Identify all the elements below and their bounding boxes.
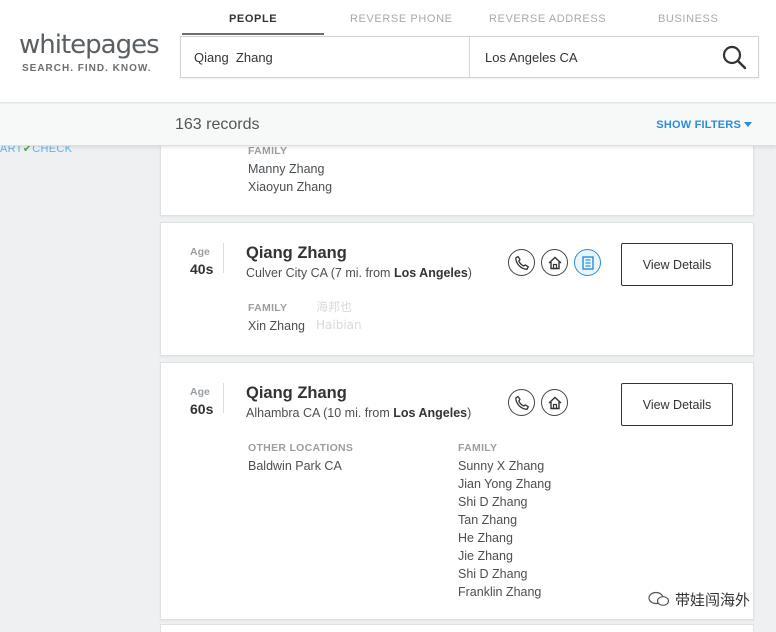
family-member[interactable]: Franklin Zhang xyxy=(458,583,551,601)
tab-reverse-phone[interactable]: REVERSE PHONE xyxy=(350,13,453,25)
location-prefix: Culver City CA (7 mi. from xyxy=(246,266,394,280)
family-member[interactable]: Jian Yong Zhang xyxy=(458,475,551,493)
age-label: Age xyxy=(190,386,210,398)
age-label: Age xyxy=(190,246,210,258)
location-suffix: ) xyxy=(467,266,472,280)
whitepages-logo[interactable]: whitepages SEARCH. FIND. KNOW. xyxy=(19,30,160,74)
family-member[interactable]: Xiaoyun Zhang xyxy=(248,178,332,196)
next-result-card xyxy=(160,624,754,632)
caret-down-icon xyxy=(744,122,752,127)
person-name[interactable]: Qiang Zhang xyxy=(246,384,347,403)
person-location: Culver City CA (7 mi. from Los Angeles) xyxy=(246,266,472,280)
search-button[interactable] xyxy=(720,43,750,71)
logo-wordmark: whitepages xyxy=(19,30,160,60)
family-member[interactable]: Sunny X Zhang xyxy=(458,457,551,475)
family-member[interactable]: Tan Zhang xyxy=(458,511,551,529)
address-button[interactable] xyxy=(541,389,568,416)
background-watermark: 海邦也 Haibian xyxy=(316,298,362,334)
age-value: 60s xyxy=(190,401,214,417)
family-label: FAMILY xyxy=(458,442,498,454)
tab-people[interactable]: PEOPLE xyxy=(229,13,277,25)
family-list: Sunny X Zhang Jian Yong Zhang Shi D Zhan… xyxy=(458,457,551,601)
address-button[interactable] xyxy=(541,249,568,276)
family-list: Xin Zhang xyxy=(248,317,305,335)
other-locations-list: Baldwin Park CA xyxy=(248,457,342,475)
document-icon xyxy=(581,255,594,270)
family-label: FAMILY xyxy=(248,302,288,314)
location-city: Los Angeles xyxy=(393,406,468,420)
other-location[interactable]: Baldwin Park CA xyxy=(248,457,342,475)
person-location: Alhambra CA (10 mi. from Los Angeles) xyxy=(246,406,471,420)
search-icon xyxy=(722,45,747,70)
name-search-input[interactable] xyxy=(181,37,470,77)
show-filters-button[interactable]: SHOW FILTERS xyxy=(656,119,752,131)
person-name[interactable]: Qiang Zhang xyxy=(246,244,347,263)
search-tabs: PEOPLE REVERSE PHONE REVERSE ADDRESS BUS… xyxy=(182,0,762,35)
record-count: 163 records xyxy=(175,116,260,133)
phone-button[interactable] xyxy=(508,249,535,276)
age-divider xyxy=(223,383,224,413)
result-card: Age 40s Qiang Zhang Culver City CA (7 mi… xyxy=(160,222,754,356)
result-card: Age 60s Qiang Zhang Alhambra CA (10 mi. … xyxy=(160,362,754,620)
watermark-en: Haibian xyxy=(316,318,362,332)
account-watermark: 带娃闯海外 xyxy=(648,589,750,610)
phone-button[interactable] xyxy=(508,389,535,416)
records-button[interactable] xyxy=(574,249,601,276)
location-city: Los Angeles xyxy=(393,266,468,280)
family-list: Manny Zhang Xiaoyun Zhang xyxy=(248,160,332,196)
family-member[interactable]: Shi D Zhang xyxy=(458,493,551,511)
results-bar: 163 records SHOW FILTERS xyxy=(0,104,776,146)
family-member[interactable]: Xin Zhang xyxy=(248,317,305,335)
home-icon xyxy=(548,256,561,269)
wechat-icon xyxy=(648,591,675,609)
search-form xyxy=(180,36,759,78)
location-suffix: ) xyxy=(467,406,472,420)
other-locations-label: OTHER LOCATIONS xyxy=(248,442,354,454)
phone-icon xyxy=(514,395,529,410)
tab-reverse-address[interactable]: REVERSE ADDRESS xyxy=(489,13,606,25)
result-card: FAMILY Manny Zhang Xiaoyun Zhang xyxy=(160,140,754,216)
top-header: whitepages SEARCH. FIND. KNOW. PEOPLE RE… xyxy=(0,0,776,103)
family-member[interactable]: He Zhang xyxy=(458,529,551,547)
view-details-button[interactable]: View Details xyxy=(621,243,733,286)
account-name: 带娃闯海外 xyxy=(674,591,750,609)
view-details-button[interactable]: View Details xyxy=(621,383,733,426)
left-sidebar: ART✔CHECK xyxy=(0,143,160,632)
age-value: 40s xyxy=(190,261,214,277)
watermark-cn: 海邦也 xyxy=(316,300,353,314)
phone-icon xyxy=(514,255,529,270)
show-filters-label: SHOW FILTERS xyxy=(656,119,741,131)
family-member[interactable]: Shi D Zhang xyxy=(458,565,551,583)
home-icon xyxy=(548,396,561,409)
location-prefix: Alhambra CA (10 mi. from xyxy=(246,406,394,420)
family-label: FAMILY xyxy=(248,145,288,157)
logo-tagline: SEARCH. FIND. KNOW. xyxy=(22,63,152,74)
age-divider xyxy=(223,243,224,273)
family-member[interactable]: Manny Zhang xyxy=(248,160,332,178)
active-tab-underline xyxy=(182,33,324,35)
family-member[interactable]: Jie Zhang xyxy=(458,547,551,565)
location-search-input[interactable] xyxy=(471,37,711,77)
tab-business[interactable]: BUSINESS xyxy=(658,13,718,25)
